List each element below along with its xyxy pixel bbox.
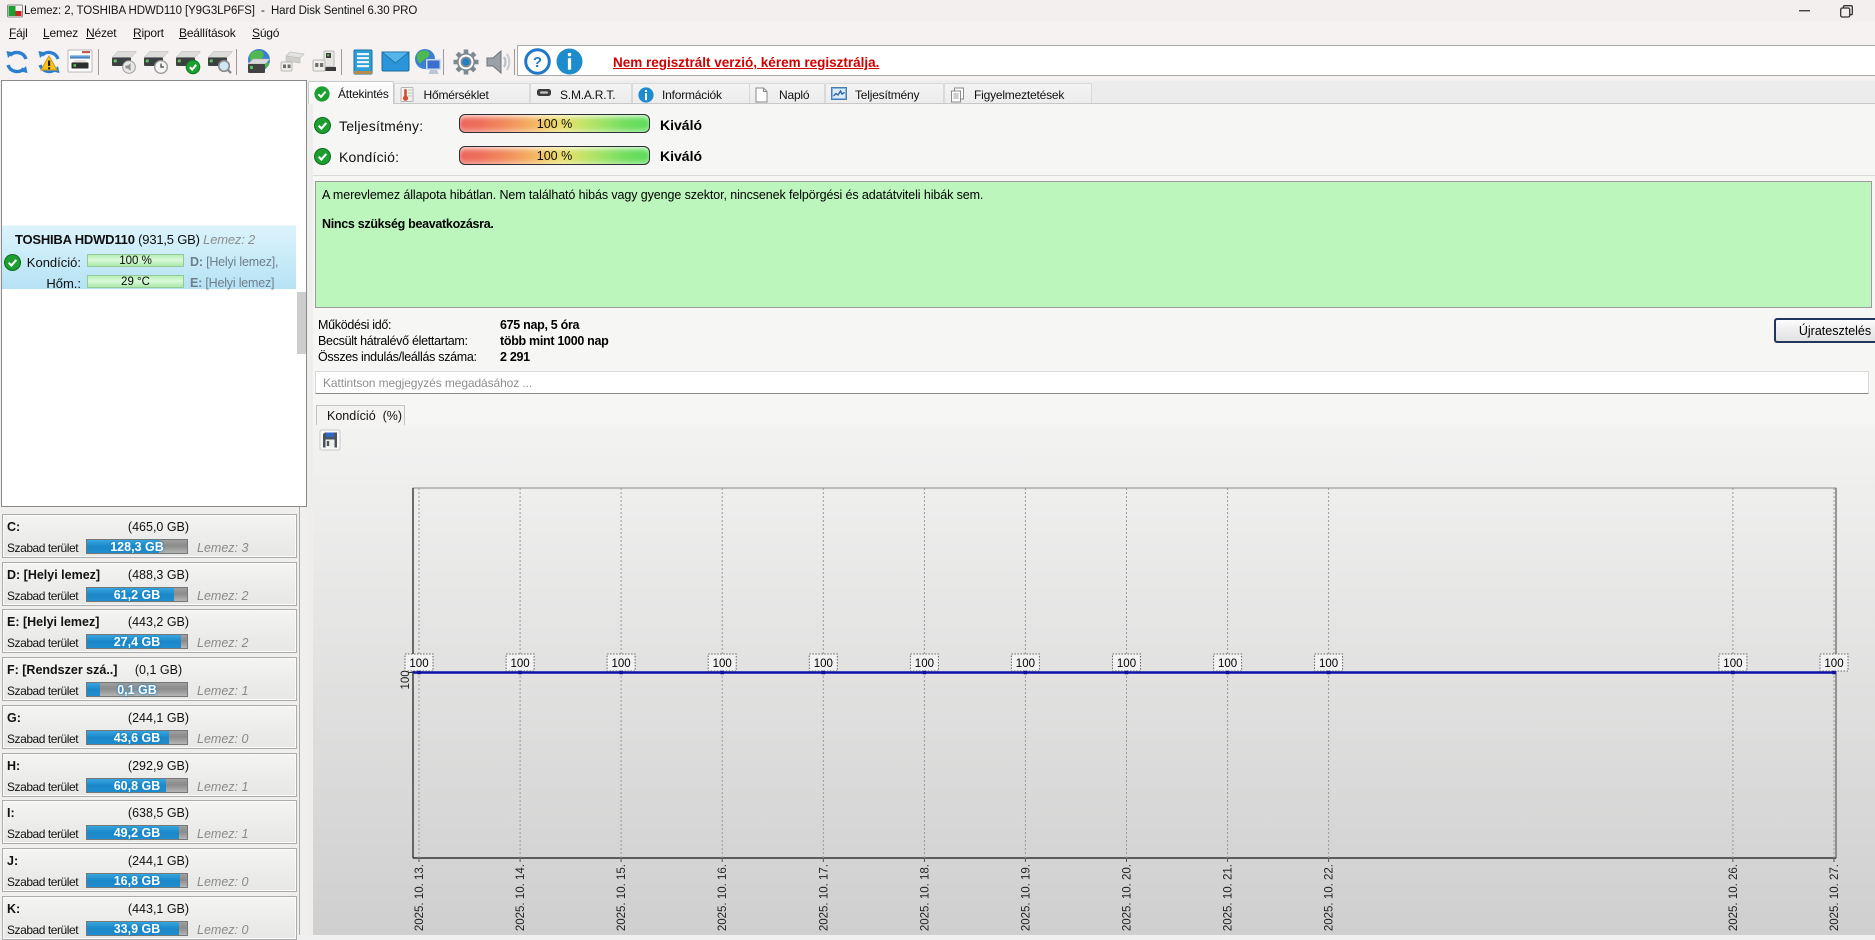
- svg-text:100: 100: [511, 658, 530, 670]
- svg-text:100: 100: [713, 658, 732, 670]
- svg-text:2025. 10. 19.: 2025. 10. 19.: [1020, 864, 1032, 931]
- svg-text:100: 100: [400, 670, 412, 689]
- svg-text:2025. 10. 16.: 2025. 10. 16.: [717, 864, 729, 931]
- svg-text:2025. 10. 20.: 2025. 10. 20.: [1122, 864, 1134, 931]
- svg-text:100: 100: [612, 658, 631, 670]
- svg-text:?: ?: [533, 54, 542, 71]
- svg-text:100: 100: [1016, 658, 1035, 670]
- svg-text:100: 100: [1117, 658, 1136, 670]
- svg-text:2025. 10. 26.: 2025. 10. 26.: [1728, 864, 1740, 931]
- svg-text:100: 100: [1824, 658, 1843, 670]
- svg-text:2025. 10. 18.: 2025. 10. 18.: [919, 864, 931, 931]
- svg-text:100: 100: [1723, 658, 1742, 670]
- svg-text:2025. 10. 15.: 2025. 10. 15.: [616, 864, 628, 931]
- svg-text:2025. 10. 14.: 2025. 10. 14.: [515, 864, 527, 931]
- svg-text:100: 100: [814, 658, 833, 670]
- svg-text:2025. 10. 13.: 2025. 10. 13.: [414, 864, 426, 931]
- svg-text:2025. 10. 27.: 2025. 10. 27.: [1829, 864, 1841, 931]
- svg-text:2025. 10. 17.: 2025. 10. 17.: [818, 864, 830, 931]
- svg-text:2025. 10. 21.: 2025. 10. 21.: [1223, 864, 1235, 931]
- svg-text:100: 100: [915, 658, 934, 670]
- svg-text:100: 100: [1319, 658, 1338, 670]
- svg-text:100: 100: [409, 658, 428, 670]
- svg-text:100: 100: [1218, 658, 1237, 670]
- svg-text:2025. 10. 22.: 2025. 10. 22.: [1324, 864, 1336, 931]
